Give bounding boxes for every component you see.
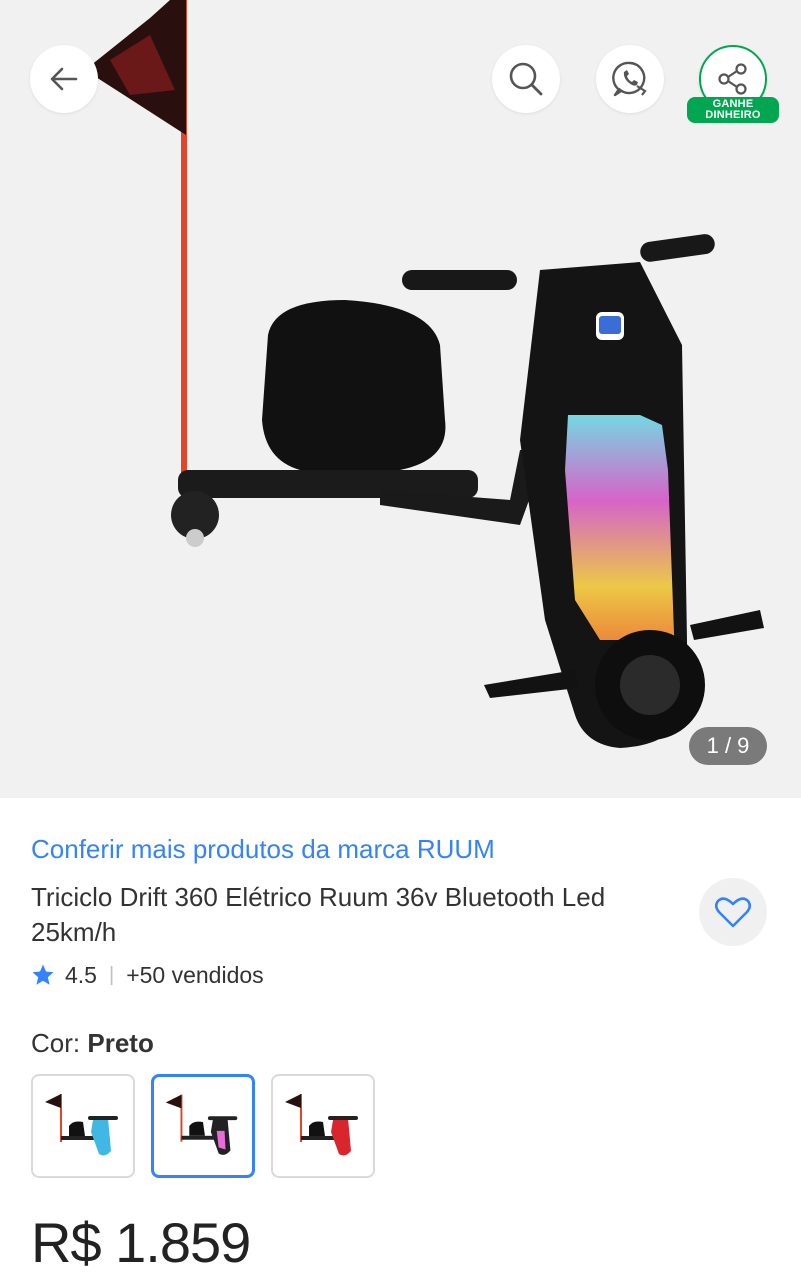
variant-image	[165, 1094, 238, 1155]
variant-image	[285, 1094, 358, 1156]
search-button[interactable]	[492, 45, 560, 113]
brand-products-link[interactable]: Conferir mais produtos da marca RUUM	[31, 834, 495, 865]
arrow-left-icon	[50, 67, 78, 91]
share-icon	[718, 63, 747, 95]
search-icon	[509, 62, 543, 96]
heart-icon	[714, 897, 752, 928]
product-image	[85, 0, 764, 748]
product-title: Triciclo Drift 360 Elétrico Ruum 36v Blu…	[31, 882, 606, 947]
color-label-title: Cor:	[31, 1028, 81, 1058]
favorite-button[interactable]	[699, 878, 767, 946]
image-counter: 1 / 9	[689, 727, 767, 765]
whatsapp-share-button[interactable]	[596, 45, 664, 113]
variant-thumbnail-blue[interactable]	[31, 1074, 135, 1178]
share-earn-badge[interactable]: GANHE DINHEIRO	[687, 97, 779, 123]
star-icon	[32, 964, 54, 985]
variant-image	[45, 1094, 118, 1156]
selected-color: Preto	[87, 1028, 154, 1058]
variant-thumbnail-black[interactable]	[151, 1074, 255, 1178]
product-image-gallery[interactable]: GANHE DINHEIRO 1 / 9	[0, 0, 801, 798]
product-price: R$ 1.859	[31, 1211, 251, 1274]
rating-value: 4.5	[65, 961, 97, 988]
rating-summary[interactable]: 4.5 | +50 vendidos	[31, 958, 264, 992]
color-label: Cor: Preto	[31, 1028, 154, 1059]
divider: |	[108, 963, 115, 986]
sold-count: +50 vendidos	[126, 961, 264, 988]
variant-thumbnail-red[interactable]	[271, 1074, 375, 1178]
back-button[interactable]	[30, 45, 98, 113]
whatsapp-icon	[612, 61, 647, 97]
